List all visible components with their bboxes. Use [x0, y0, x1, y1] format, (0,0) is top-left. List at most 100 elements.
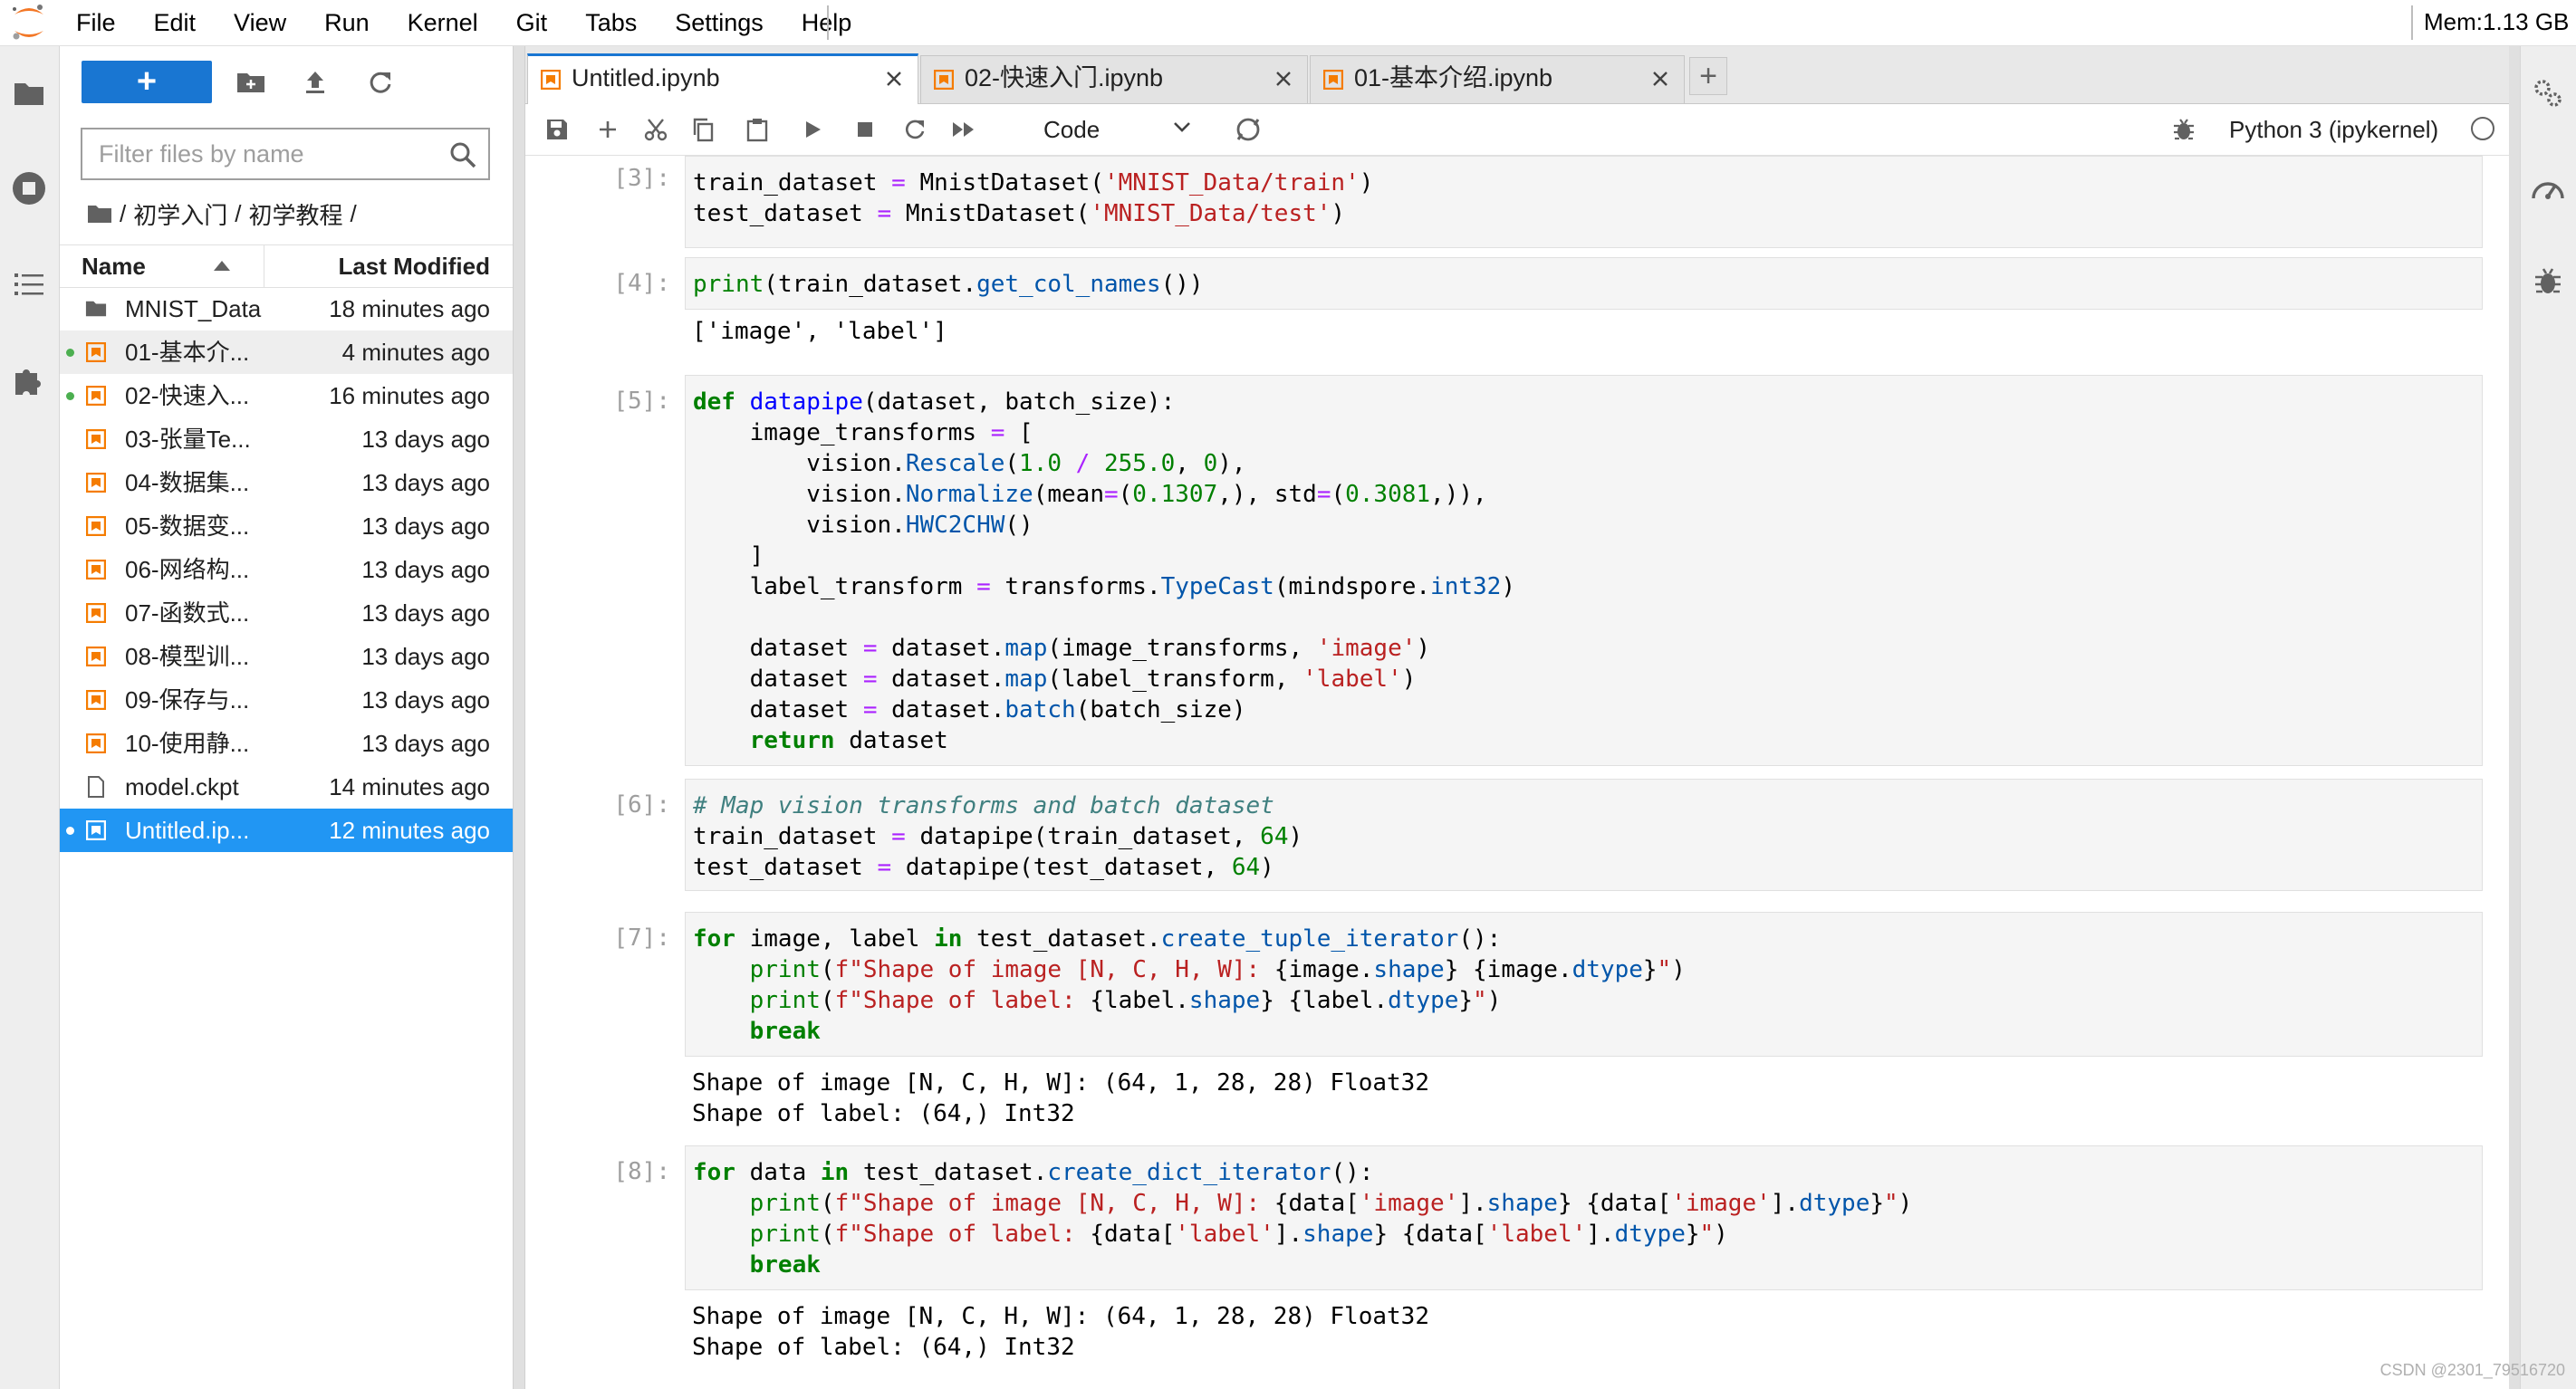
running-indicator-icon [66, 349, 74, 357]
notebook-icon [541, 70, 561, 90]
add-cell-icon[interactable] [591, 113, 624, 146]
notebook-icon [1323, 70, 1343, 90]
notebook-panel: [3]: train_dataset = MnistDataset('MNIST… [525, 156, 2509, 1389]
menu-settings[interactable]: Settings [675, 0, 780, 45]
search-icon[interactable] [447, 139, 479, 171]
running-sessions-icon[interactable] [11, 170, 47, 206]
breadcrumb-item-2[interactable]: 初学教程 [248, 197, 342, 231]
menu-tabs[interactable]: Tabs [585, 0, 653, 45]
file-row[interactable]: MNIST_Data 18 minutes ago [60, 287, 513, 330]
debugger-bug-icon[interactable] [2530, 263, 2566, 300]
cell-prompt: [3]: [613, 165, 670, 192]
file-modified: 13 days ago [361, 556, 490, 583]
menu-help[interactable]: Help [802, 0, 869, 45]
menu-file[interactable]: File [76, 0, 132, 45]
tab-intro[interactable]: 01-基本介绍.ipynb [1310, 55, 1685, 103]
new-tab-button[interactable]: + [1689, 57, 1727, 95]
tab-label: 01-基本介绍.ipynb [1354, 64, 1553, 91]
file-modified: 13 days ago [361, 426, 490, 453]
upload-icon[interactable] [299, 66, 332, 99]
file-row[interactable]: 08-模型训... 13 days ago [60, 635, 513, 678]
running-indicator-icon [66, 827, 74, 835]
gauge-icon[interactable] [2530, 171, 2566, 207]
filter-files-input[interactable] [82, 129, 461, 178]
file-modified: 18 minutes ago [329, 295, 490, 322]
watermark: CSDN @2301_79516720 [2379, 1361, 2565, 1379]
paste-icon[interactable] [741, 113, 774, 146]
breadcrumb-separator: / [120, 199, 127, 227]
kernel-name[interactable]: Python 3 (ipykernel) [2229, 113, 2438, 146]
file-row[interactable]: 07-函数式... 13 days ago [60, 591, 513, 635]
file-row[interactable]: 02-快速入... 16 minutes ago [60, 374, 513, 417]
git-icon[interactable] [1232, 113, 1264, 146]
code-editor[interactable]: train_dataset = MnistDataset('MNIST_Data… [685, 156, 2483, 248]
main-area: Untitled.ipynb 02-快速入门.ipynb 01-基本介绍.ipy… [525, 46, 2509, 1389]
new-folder-icon[interactable] [235, 66, 267, 99]
breadcrumb-item-1[interactable]: 初学入门 [133, 197, 227, 231]
code-editor[interactable]: print(train_dataset.get_col_names()) [685, 257, 2483, 310]
file-modified: 13 days ago [361, 469, 490, 496]
file-row[interactable]: Untitled.ip... 12 minutes ago [60, 809, 513, 852]
panel-splitter[interactable] [513, 46, 525, 1389]
code-editor[interactable]: def datapipe(dataset, batch_size): image… [685, 375, 2483, 766]
file-row[interactable]: 05-数据变... 13 days ago [60, 504, 513, 548]
file-name: 05-数据变... [125, 512, 250, 540]
menu-edit[interactable]: Edit [154, 0, 213, 45]
column-header-name[interactable]: Name [82, 245, 146, 287]
cell-output: ['image', 'label'] [692, 318, 947, 345]
file-row[interactable]: 06-网络构... 13 days ago [60, 548, 513, 591]
column-header-last-modified[interactable]: Last Modified [338, 245, 490, 287]
file-row[interactable]: 03-张量Te... 13 days ago [60, 417, 513, 461]
notebook-icon [85, 472, 107, 493]
close-icon[interactable] [1649, 68, 1671, 90]
menu-view[interactable]: View [234, 0, 303, 45]
cell-prompt: [7]: [613, 924, 670, 952]
document-tab-bar: Untitled.ipynb 02-快速入门.ipynb 01-基本介绍.ipy… [525, 46, 2509, 104]
menu-git[interactable]: Git [516, 0, 564, 45]
notebook-icon [85, 559, 107, 580]
chevron-down-icon[interactable] [1170, 115, 1194, 139]
close-icon[interactable] [883, 68, 905, 90]
save-icon[interactable] [541, 113, 573, 146]
folder-icon[interactable] [11, 75, 47, 111]
cell-type-select[interactable]: Code [1043, 113, 1225, 146]
stop-icon[interactable] [849, 113, 881, 146]
tab-untitled[interactable]: Untitled.ipynb [527, 53, 918, 104]
notebook-icon [85, 515, 107, 537]
file-modified: 13 days ago [361, 730, 490, 757]
file-name: 08-模型训... [125, 643, 250, 670]
tab-quickstart[interactable]: 02-快速入门.ipynb [920, 55, 1308, 103]
property-inspector-icon[interactable] [2530, 75, 2566, 111]
close-icon[interactable] [1273, 68, 1294, 90]
file-row[interactable]: 01-基本介... 4 minutes ago [60, 330, 513, 374]
code-editor[interactable]: for data in test_dataset.create_dict_ite… [685, 1145, 2483, 1290]
menu-run[interactable]: Run [324, 0, 386, 45]
file-row[interactable]: 04-数据集... 13 days ago [60, 461, 513, 504]
debugger-icon[interactable] [2167, 113, 2200, 146]
refresh-icon[interactable] [364, 66, 397, 99]
file-modified: 13 days ago [361, 599, 490, 627]
file-modified: 13 days ago [361, 643, 490, 670]
code-editor[interactable]: # Map vision transforms and batch datase… [685, 779, 2483, 891]
run-icon[interactable] [796, 113, 829, 146]
jupyter-logo-icon[interactable] [9, 4, 49, 42]
table-of-contents-icon[interactable] [11, 266, 47, 302]
file-row[interactable]: model.ckpt 14 minutes ago [60, 765, 513, 809]
file-modified: 13 days ago [361, 686, 490, 714]
file-name: 01-基本介... [125, 339, 250, 366]
code-editor[interactable]: for image, label in test_dataset.create_… [685, 912, 2483, 1057]
menu-kernel[interactable]: Kernel [408, 0, 495, 45]
file-row[interactable]: 09-保存与... 13 days ago [60, 678, 513, 722]
new-launcher-button[interactable]: + [82, 61, 212, 103]
home-folder-icon[interactable] [87, 204, 112, 224]
sort-ascending-icon[interactable] [214, 261, 230, 271]
restart-icon[interactable] [899, 113, 931, 146]
notebook-icon [85, 385, 107, 407]
file-name: 03-张量Te... [125, 426, 251, 453]
right-splitter[interactable] [2509, 46, 2520, 1389]
fast-forward-icon[interactable] [947, 113, 980, 146]
cut-icon[interactable] [639, 113, 672, 146]
file-row[interactable]: 10-使用静... 13 days ago [60, 722, 513, 765]
extensions-icon[interactable] [11, 363, 47, 399]
copy-icon[interactable] [687, 113, 719, 146]
